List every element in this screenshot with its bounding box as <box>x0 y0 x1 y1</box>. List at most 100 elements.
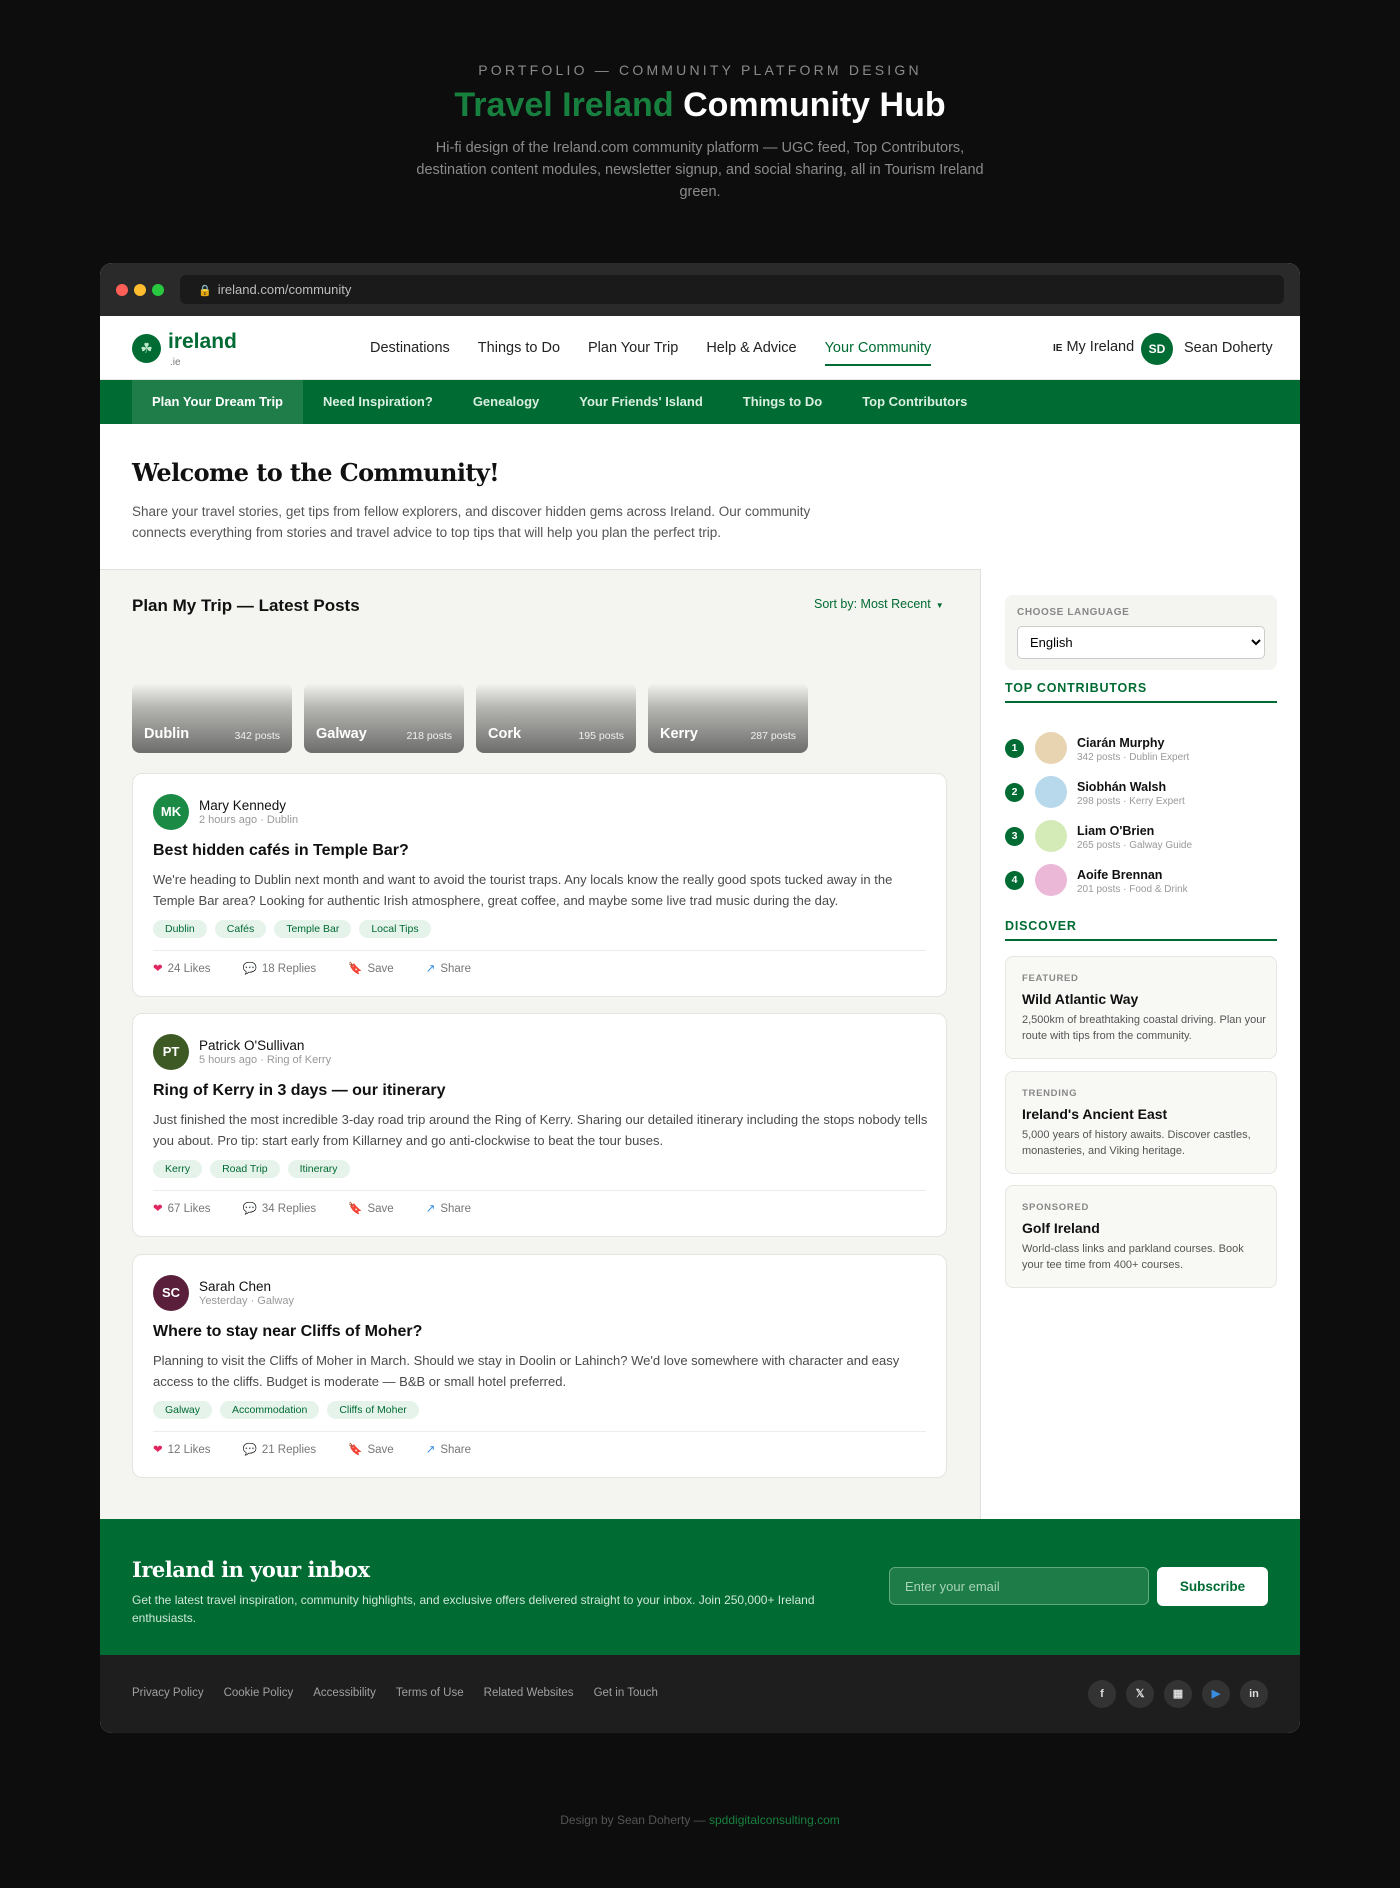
author-avatar[interactable]: MK <box>153 794 189 830</box>
nav-help-advice[interactable]: Help & Advice <box>706 316 796 380</box>
author-avatar[interactable]: SC <box>153 1275 189 1311</box>
share-button[interactable]: ↗ Share <box>426 1442 487 1456</box>
post-meta: 5 hours ago · Ring of Kerry <box>199 1054 332 1066</box>
contributor-item[interactable]: 4 Aoife Brennan 201 posts · Food & Drink <box>1005 864 1277 898</box>
x-twitter-icon[interactable]: 𝕏 <box>1126 1680 1154 1708</box>
tag[interactable]: Cafés <box>214 920 267 938</box>
author-name[interactable]: Patrick O'Sullivan <box>199 1038 304 1053</box>
subnav-need-inspiration[interactable]: Need Inspiration? <box>303 380 453 424</box>
youtube-icon[interactable]: ▶ <box>1202 1680 1230 1708</box>
discover-card[interactable]: TRENDING Ireland's Ancient East 5,000 ye… <box>1005 1071 1277 1174</box>
sidebar: CHOOSE LANGUAGE English TOP CONTRIBUTORS… <box>980 569 1300 1519</box>
contributor-item[interactable]: 1 Ciarán Murphy 342 posts · Dublin Exper… <box>1005 732 1277 766</box>
subnav-top-contributors[interactable]: Top Contributors <box>842 380 987 424</box>
author-avatar[interactable]: PT <box>153 1034 189 1070</box>
speech-bubble-icon: 💬 <box>242 1444 257 1456</box>
footer-link-contact[interactable]: Get in Touch <box>594 1687 658 1699</box>
card-kicker: SPONSORED <box>1022 1202 1090 1213</box>
tag[interactable]: Dublin <box>153 920 207 938</box>
language-select[interactable]: English <box>1017 626 1265 659</box>
share-button[interactable]: ↗ Share <box>426 961 487 975</box>
post-title[interactable]: Where to stay near Cliffs of Moher? <box>153 1323 422 1341</box>
card-title[interactable]: Wild Atlantic Way <box>1022 991 1138 1007</box>
destination-count: 195 posts <box>578 730 624 742</box>
share-button[interactable]: ↗ Share <box>426 1201 487 1215</box>
subnav-genealogy[interactable]: Genealogy <box>453 380 559 424</box>
post-card[interactable]: SC Sarah Chen Yesterday · Galway Where t… <box>132 1254 947 1478</box>
address-bar[interactable]: 🔒 ireland.com/community <box>180 275 1284 304</box>
credit-link[interactable]: spddigitalconsulting.com <box>709 1813 840 1827</box>
replies-button[interactable]: 💬 34 Replies <box>242 1201 332 1215</box>
author-name[interactable]: Mary Kennedy <box>199 798 286 813</box>
card-title[interactable]: Ireland's Ancient East <box>1022 1106 1167 1122</box>
footer-link-terms[interactable]: Terms of Use <box>396 1687 464 1699</box>
contributor-name[interactable]: Liam O'Brien <box>1077 824 1154 838</box>
tag[interactable]: Galway <box>153 1401 213 1419</box>
email-input[interactable] <box>889 1567 1149 1605</box>
post-title[interactable]: Best hidden cafés in Temple Bar? <box>153 842 409 860</box>
destination-card-galway[interactable]: Galway 218 posts <box>304 683 464 753</box>
replies-button[interactable]: 💬 18 Replies <box>242 961 332 975</box>
contributor-item[interactable]: 3 Liam O'Brien 265 posts · Galway Guide <box>1005 820 1277 854</box>
shamrock-logo-icon[interactable]: ☘ <box>132 334 161 363</box>
tag[interactable]: Itinerary <box>287 1160 350 1178</box>
footer-link-related[interactable]: Related Websites <box>484 1687 574 1699</box>
instagram-icon[interactable]: ▦ <box>1164 1680 1192 1708</box>
tag[interactable]: Kerry <box>153 1160 203 1178</box>
tag[interactable]: Accommodation <box>220 1401 320 1419</box>
post-card[interactable]: PT Patrick O'Sullivan 5 hours ago · Ring… <box>132 1013 947 1237</box>
contributor-meta: 298 posts · Kerry Expert <box>1077 796 1185 807</box>
footer-link-privacy[interactable]: Privacy Policy <box>132 1687 204 1699</box>
contributor-name[interactable]: Aoife Brennan <box>1077 868 1162 882</box>
speech-bubble-icon: 💬 <box>242 963 257 975</box>
facebook-icon[interactable]: f <box>1088 1680 1116 1708</box>
footer-link-cookie[interactable]: Cookie Policy <box>224 1687 294 1699</box>
site-logo[interactable]: ireland <box>168 330 237 354</box>
nav-things-to-do[interactable]: Things to Do <box>478 316 560 380</box>
card-title[interactable]: Golf Ireland <box>1022 1220 1100 1236</box>
tag[interactable]: Local Tips <box>359 920 431 938</box>
author-name[interactable]: Sarah Chen <box>199 1279 271 1294</box>
replies-count: 21 Replies <box>261 1444 317 1456</box>
minimize-window-dot[interactable] <box>134 284 146 296</box>
linkedin-icon[interactable]: in <box>1240 1680 1268 1708</box>
destination-card-dublin[interactable]: Dublin 342 posts <box>132 683 292 753</box>
nav-plan-your-trip[interactable]: Plan Your Trip <box>588 316 678 380</box>
user-name[interactable]: Sean Doherty <box>1184 340 1273 356</box>
footer-link-accessibility[interactable]: Accessibility <box>313 1687 376 1699</box>
subnav-things-to-do[interactable]: Things to Do <box>723 380 842 424</box>
discover-card[interactable]: SPONSORED Golf Ireland World-class links… <box>1005 1185 1277 1288</box>
like-button[interactable]: ❤ 12 Likes <box>153 1442 226 1456</box>
destination-card-cork[interactable]: Cork 195 posts <box>476 683 636 753</box>
nav-your-community[interactable]: Your Community <box>824 338 932 366</box>
tag[interactable]: Road Trip <box>210 1160 280 1178</box>
contributor-name[interactable]: Siobhán Walsh <box>1077 780 1166 794</box>
subscribe-button[interactable]: Subscribe <box>1157 1567 1268 1606</box>
post-actions: ❤ 24 Likes 💬 18 Replies 🔖 Save ↗ Share <box>153 961 503 975</box>
contributor-item[interactable]: 2 Siobhán Walsh 298 posts · Kerry Expert <box>1005 776 1277 810</box>
share-icon: ↗ <box>425 1444 436 1456</box>
tag[interactable]: Cliffs of Moher <box>327 1401 419 1419</box>
contributor-name[interactable]: Ciarán Murphy <box>1077 736 1165 750</box>
destination-name: Kerry <box>660 726 698 742</box>
subnav-plan-your-dream-trip[interactable]: Plan Your Dream Trip <box>132 380 304 424</box>
like-button[interactable]: ❤ 24 Likes <box>153 961 226 975</box>
destination-card-kerry[interactable]: Kerry 287 posts <box>648 683 808 753</box>
my-ireland-link[interactable]: IE My Ireland <box>1053 339 1134 355</box>
subnav-your-friends-island[interactable]: Your Friends' Island <box>559 380 722 424</box>
nav-destinations[interactable]: Destinations <box>370 316 450 380</box>
tag[interactable]: Temple Bar <box>274 920 352 938</box>
discover-card[interactable]: FEATURED Wild Atlantic Way 2,500km of br… <box>1005 956 1277 1059</box>
save-button[interactable]: 🔖 Save <box>348 1201 410 1215</box>
sort-dropdown[interactable]: Sort by: Most Recent ▼ <box>814 597 944 611</box>
save-button[interactable]: 🔖 Save <box>348 1442 410 1456</box>
post-title[interactable]: Ring of Kerry in 3 days — our itinerary <box>153 1082 446 1100</box>
close-window-dot[interactable] <box>116 284 128 296</box>
maximize-window-dot[interactable] <box>152 284 164 296</box>
like-button[interactable]: ❤ 67 Likes <box>153 1201 226 1215</box>
post-card[interactable]: MK Mary Kennedy 2 hours ago · Dublin Bes… <box>132 773 947 997</box>
replies-button[interactable]: 💬 21 Replies <box>242 1442 332 1456</box>
hero-subtitle: Hi-fi design of the Ireland.com communit… <box>416 140 984 200</box>
save-button[interactable]: 🔖 Save <box>348 961 410 975</box>
user-avatar[interactable]: SD <box>1141 333 1173 365</box>
